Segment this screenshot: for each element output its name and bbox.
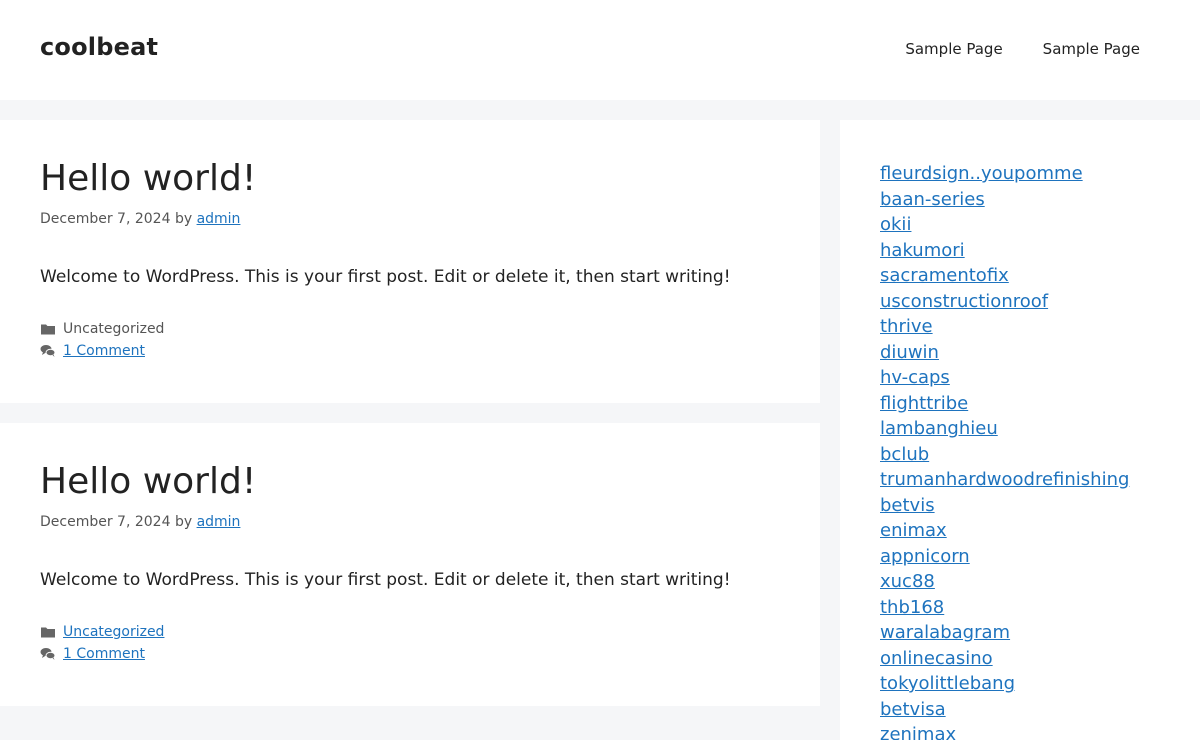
- nav-item-sample-page-2[interactable]: Sample Page: [1043, 40, 1140, 58]
- list-item: appnicorn: [880, 544, 1129, 570]
- sidebar-link[interactable]: hv-caps: [880, 367, 950, 388]
- comments-icon: [40, 344, 56, 358]
- post-by-label: by: [174, 514, 193, 530]
- post-category-label: Uncategorized: [63, 321, 165, 337]
- post-date: December 7, 2024: [40, 211, 171, 227]
- list-item: zenimax: [880, 722, 1129, 740]
- sidebar-link[interactable]: fleurdsign..youpomme: [880, 163, 1083, 184]
- site-header: coolbeat Sample Page Sample Page: [0, 0, 1200, 100]
- list-item: betvisa: [880, 697, 1129, 723]
- post-meta: December 7, 2024 by admin: [40, 514, 240, 530]
- sidebar-link[interactable]: okii: [880, 214, 911, 235]
- sidebar-link[interactable]: betvis: [880, 495, 935, 516]
- folder-icon: [40, 322, 56, 336]
- post-category-link[interactable]: Uncategorized: [63, 624, 164, 640]
- sidebar-link[interactable]: tokyolittlebang: [880, 673, 1015, 694]
- post-comments: 1 Comment: [40, 343, 145, 359]
- post-by-label: by: [174, 211, 193, 227]
- post-card: Hello world! December 7, 2024 by admin W…: [0, 423, 820, 706]
- list-item: lambanghieu: [880, 416, 1129, 442]
- post-author-link[interactable]: admin: [197, 211, 241, 227]
- post-title[interactable]: Hello world!: [40, 461, 256, 502]
- post-author-link[interactable]: admin: [197, 514, 241, 530]
- post-meta: December 7, 2024 by admin: [40, 211, 240, 227]
- sidebar-link[interactable]: onlinecasino: [880, 648, 993, 669]
- post-category: Uncategorized: [40, 624, 164, 640]
- sidebar-link[interactable]: sacramentofix: [880, 265, 1009, 286]
- list-item: xuc88: [880, 569, 1129, 595]
- list-item: trumanhardwoodrefinishing: [880, 467, 1129, 493]
- post-title[interactable]: Hello world!: [40, 158, 256, 199]
- sidebar-link[interactable]: baan-series: [880, 189, 985, 210]
- sidebar-link[interactable]: betvisa: [880, 699, 946, 720]
- sidebar-link[interactable]: xuc88: [880, 571, 935, 592]
- sidebar-link-list: fleurdsign..youpomme baan-series okii hakum…: [880, 161, 1129, 740]
- list-item: betvis: [880, 493, 1129, 519]
- list-item: okii: [880, 212, 1129, 238]
- sidebar-link[interactable]: waralabagram: [880, 622, 1010, 643]
- list-item: onlinecasino: [880, 646, 1129, 672]
- list-item: tokyolittlebang: [880, 671, 1129, 697]
- site-title[interactable]: coolbeat: [40, 33, 158, 61]
- list-item: bclub: [880, 442, 1129, 468]
- sidebar-link[interactable]: hakumori: [880, 240, 965, 261]
- folder-icon: [40, 625, 56, 639]
- post-excerpt: Welcome to WordPress. This is your first…: [40, 267, 731, 287]
- sidebar-link[interactable]: usconstructionroof: [880, 291, 1048, 312]
- post-comments: 1 Comment: [40, 646, 145, 662]
- nav-item-sample-page-1[interactable]: Sample Page: [905, 40, 1002, 58]
- post-date: December 7, 2024: [40, 514, 171, 530]
- list-item: thb168: [880, 595, 1129, 621]
- post-comments-link[interactable]: 1 Comment: [63, 646, 145, 662]
- sidebar-link[interactable]: lambanghieu: [880, 418, 998, 439]
- post-comments-link[interactable]: 1 Comment: [63, 343, 145, 359]
- main-nav: Sample Page Sample Page: [905, 40, 1140, 58]
- list-item: flighttribe: [880, 391, 1129, 417]
- sidebar-link[interactable]: trumanhardwoodrefinishing: [880, 469, 1129, 490]
- list-item: fleurdsign..youpomme: [880, 161, 1129, 187]
- post-card: Hello world! December 7, 2024 by admin W…: [0, 120, 820, 403]
- comments-icon: [40, 647, 56, 661]
- sidebar-link[interactable]: zenimax: [880, 724, 956, 740]
- list-item: enimax: [880, 518, 1129, 544]
- sidebar: fleurdsign..youpomme baan-series okii hakum…: [840, 120, 1200, 740]
- list-item: baan-series: [880, 187, 1129, 213]
- list-item: waralabagram: [880, 620, 1129, 646]
- post-category: Uncategorized: [40, 321, 164, 337]
- list-item: sacramentofix: [880, 263, 1129, 289]
- list-item: hakumori: [880, 238, 1129, 264]
- sidebar-link[interactable]: thb168: [880, 597, 944, 618]
- sidebar-link[interactable]: enimax: [880, 520, 947, 541]
- sidebar-link[interactable]: thrive: [880, 316, 933, 337]
- sidebar-link[interactable]: flighttribe: [880, 393, 968, 414]
- list-item: usconstructionroof: [880, 289, 1129, 315]
- list-item: thrive: [880, 314, 1129, 340]
- list-item: diuwin: [880, 340, 1129, 366]
- post-excerpt: Welcome to WordPress. This is your first…: [40, 570, 731, 590]
- list-item: hv-caps: [880, 365, 1129, 391]
- sidebar-link[interactable]: diuwin: [880, 342, 939, 363]
- sidebar-link[interactable]: bclub: [880, 444, 929, 465]
- sidebar-link[interactable]: appnicorn: [880, 546, 970, 567]
